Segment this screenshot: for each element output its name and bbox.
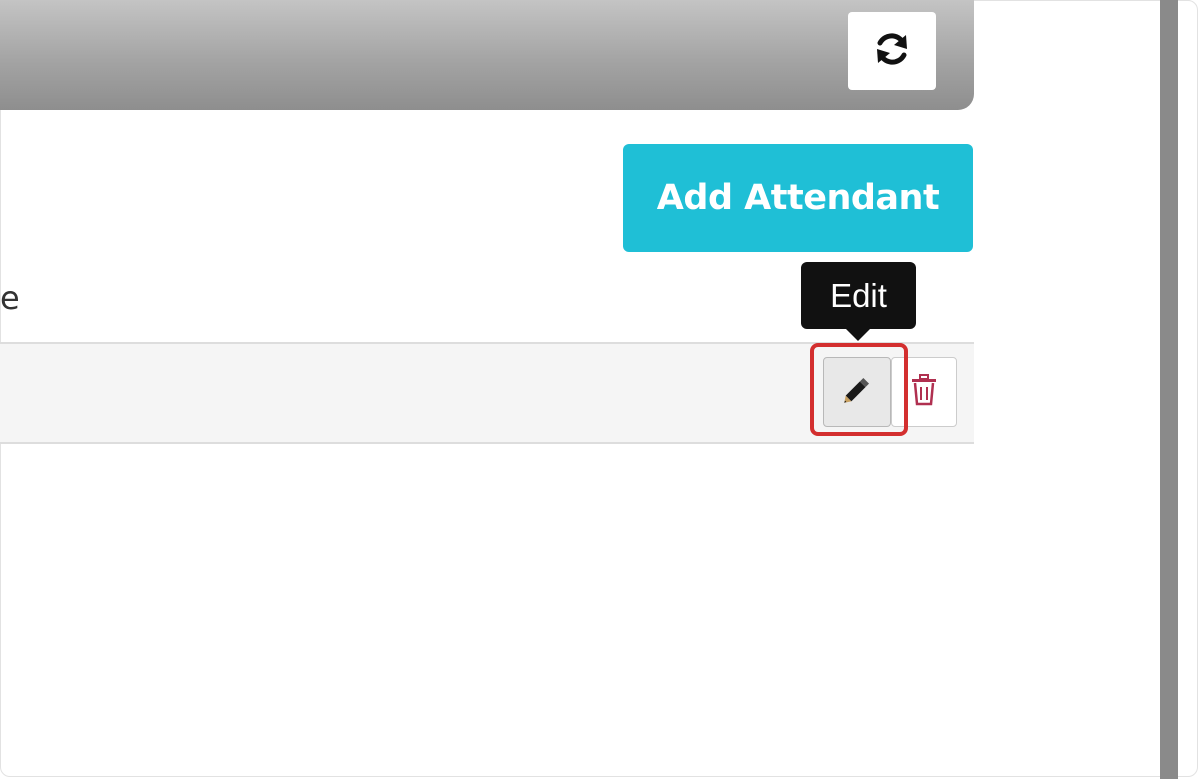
panel-header bbox=[0, 0, 974, 110]
add-attendant-button[interactable]: Add Attendant bbox=[623, 144, 973, 252]
refresh-icon bbox=[870, 27, 914, 75]
edit-highlight-annotation bbox=[810, 343, 908, 436]
tooltip-arrow bbox=[846, 329, 870, 341]
refresh-button[interactable] bbox=[848, 12, 936, 90]
column-header-partial: e bbox=[0, 279, 20, 317]
vertical-scrollbar[interactable] bbox=[1160, 0, 1178, 779]
edit-tooltip: Edit bbox=[801, 262, 916, 329]
trash-icon bbox=[909, 373, 939, 411]
